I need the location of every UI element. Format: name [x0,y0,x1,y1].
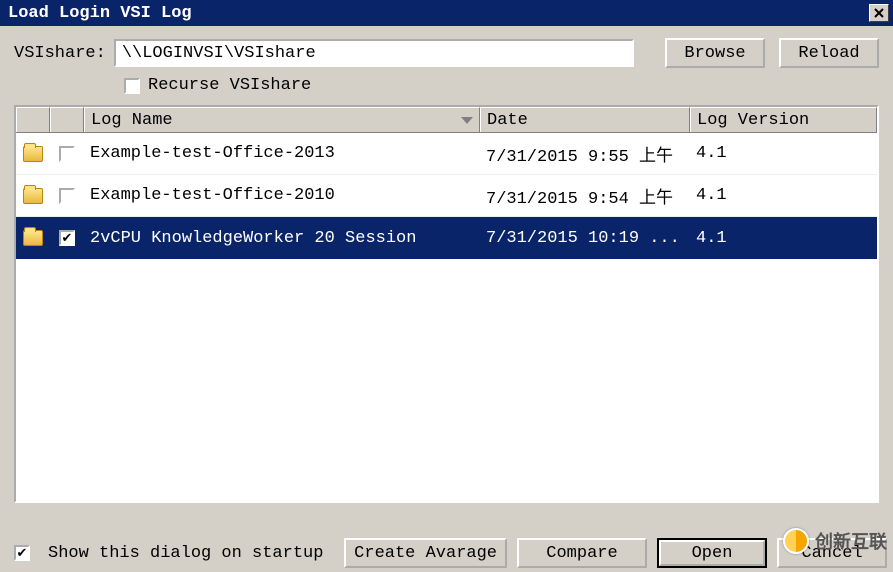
share-input[interactable] [114,39,634,67]
row-name: Example-test-Office-2010 [84,175,480,216]
recurse-checkbox[interactable] [124,78,140,94]
recurse-label: Recurse VSIshare [148,76,311,95]
list-row[interactable]: Example-test-Office-20107/31/2015 9:54 上… [16,175,877,217]
row-name: Example-test-Office-2013 [84,133,480,174]
share-row: VSIshare: Browse Reload [14,38,879,68]
column-version[interactable]: Log Version [690,107,877,132]
recurse-row: Recurse VSIshare [124,76,879,95]
folder-icon [23,230,43,246]
window-title: Load Login VSI Log [4,4,869,23]
list-header: Log Name Date Log Version [16,107,877,133]
list-body: Example-test-Office-20137/31/2015 9:55 上… [16,133,877,259]
column-name[interactable]: Log Name [84,107,480,132]
row-version: 4.1 [690,175,877,216]
list-row[interactable]: 2vCPU KnowledgeWorker 20 Session7/31/201… [16,217,877,259]
close-icon [874,8,884,18]
show-on-startup-checkbox[interactable] [14,545,30,561]
row-checkbox[interactable] [59,230,75,246]
row-date: 7/31/2015 10:19 ... [480,217,690,259]
column-version-label: Log Version [697,111,809,130]
list-row[interactable]: Example-test-Office-20137/31/2015 9:55 上… [16,133,877,175]
column-name-label: Log Name [91,111,173,130]
row-icon-cell [16,175,50,216]
client-area: VSIshare: Browse Reload Recurse VSIshare… [0,26,893,511]
column-date[interactable]: Date [480,107,690,132]
cancel-button[interactable]: Cancel [777,538,887,568]
sort-desc-icon [461,117,473,124]
close-button[interactable] [869,4,889,22]
column-check[interactable] [50,107,84,132]
browse-button[interactable]: Browse [665,38,765,68]
footer: Show this dialog on startup Create Avara… [14,538,887,568]
row-checkbox[interactable] [59,188,75,204]
share-label: VSIshare: [14,44,106,63]
row-version: 4.1 [690,133,877,174]
folder-icon [23,146,43,162]
reload-button[interactable]: Reload [779,38,879,68]
row-checkbox[interactable] [59,146,75,162]
row-check-cell [50,133,84,174]
row-date: 7/31/2015 9:54 上午 [480,175,690,216]
column-date-label: Date [487,111,528,130]
column-icon[interactable] [16,107,50,132]
row-date: 7/31/2015 9:55 上午 [480,133,690,174]
row-name: 2vCPU KnowledgeWorker 20 Session [84,217,480,259]
folder-icon [23,188,43,204]
compare-button[interactable]: Compare [517,538,647,568]
title-bar: Load Login VSI Log [0,0,893,26]
row-version: 4.1 [690,217,877,259]
create-average-button[interactable]: Create Avarage [344,538,507,568]
row-check-cell [50,175,84,216]
row-icon-cell [16,217,50,259]
row-icon-cell [16,133,50,174]
log-list[interactable]: Log Name Date Log Version Example-test-O… [14,105,879,503]
show-on-startup-label: Show this dialog on startup [48,544,323,563]
open-button[interactable]: Open [659,540,765,566]
row-check-cell [50,217,84,259]
default-button-frame: Open [657,538,767,568]
